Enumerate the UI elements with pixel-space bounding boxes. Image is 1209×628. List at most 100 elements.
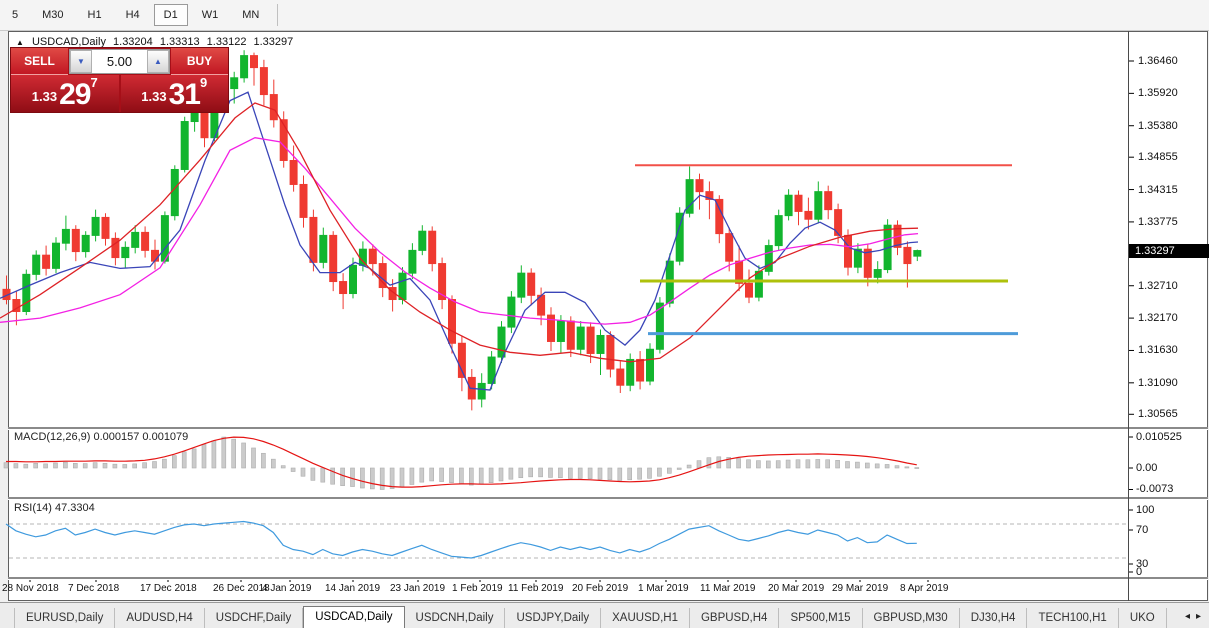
macd-histogram-bar xyxy=(756,461,760,468)
sell-button[interactable]: SELL xyxy=(11,48,68,75)
bid-price-display[interactable]: 1.33 29 7 xyxy=(11,75,119,112)
macd-histogram-bar xyxy=(172,456,176,468)
candle-body-bear xyxy=(330,235,337,281)
chart-tab-usdjpy[interactable]: USDJPY,Daily xyxy=(505,608,601,628)
macd-axis-label: 0.00 xyxy=(1136,462,1157,474)
macd-histogram-bar xyxy=(351,468,355,487)
macd-histogram-bar xyxy=(578,468,582,478)
candle-body-bull xyxy=(241,56,248,78)
date-axis-label: 20 Mar 2019 xyxy=(768,583,824,594)
current-price-badge: 1.33297 xyxy=(1129,244,1209,258)
candle-body-bear xyxy=(201,113,208,138)
candle-body-bear xyxy=(746,283,753,297)
chart-tab-gbpusd[interactable]: GBPUSD,H4 xyxy=(690,608,779,628)
macd-histogram-bar xyxy=(103,463,107,468)
macd-pane-separator[interactable] xyxy=(8,427,1208,430)
macd-histogram-bar xyxy=(469,468,473,485)
collapse-arrow-icon[interactable]: ▲ xyxy=(16,38,24,47)
candle-body-bear xyxy=(429,231,436,263)
chart-tab-audusd[interactable]: AUDUSD,H4 xyxy=(115,608,204,628)
macd-histogram-bar xyxy=(123,464,127,468)
price-axis-label: 1.34315 xyxy=(1138,184,1178,196)
candle-body-bull xyxy=(627,359,634,385)
candle-body-bull xyxy=(92,217,99,235)
macd-histogram-bar xyxy=(628,468,632,480)
candle-body-bear xyxy=(904,247,911,263)
macd-histogram-bar xyxy=(558,468,562,478)
macd-histogram-bar xyxy=(459,468,463,484)
candle-body-bull xyxy=(231,78,238,89)
rsi-pane-separator[interactable] xyxy=(8,497,1208,500)
chart-tab-tech100[interactable]: TECH100,H1 xyxy=(1027,608,1118,628)
macd-histogram-bar xyxy=(291,468,295,472)
chart-tab-usdcad[interactable]: USDCAD,Daily xyxy=(303,606,404,628)
buy-button[interactable]: BUY xyxy=(171,48,228,75)
macd-histogram-bar xyxy=(875,464,879,468)
price-axis-label: 1.36460 xyxy=(1138,55,1178,67)
macd-histogram-bar xyxy=(598,468,602,479)
candle-body-bull xyxy=(914,251,921,257)
macd-histogram-bar xyxy=(4,463,8,468)
candle-body-bull xyxy=(419,231,426,250)
candle-body-bear xyxy=(449,300,456,344)
macd-histogram-bar xyxy=(162,459,166,468)
chart-tab-xauusd[interactable]: XAUUSD,H1 xyxy=(601,608,690,628)
chart-tab-sp500[interactable]: SP500,M15 xyxy=(779,608,862,628)
volume-increase-button[interactable]: ▲ xyxy=(147,50,169,73)
macd-histogram-bar xyxy=(489,468,493,483)
macd-histogram-bar xyxy=(202,444,206,468)
price-axis-label: 1.33775 xyxy=(1138,216,1178,228)
date-axis-label: 14 Jan 2019 xyxy=(325,583,380,594)
candle-body-bear xyxy=(458,343,465,377)
macd-histogram-bar xyxy=(301,468,305,476)
chart-tab-dj30[interactable]: DJ30,H4 xyxy=(960,608,1028,628)
candle-body-bear xyxy=(637,359,644,381)
chart-tab-usdchf[interactable]: USDCHF,Daily xyxy=(205,608,303,628)
ask-price-display[interactable]: 1.33 31 9 xyxy=(121,75,229,112)
bid-price-big: 29 xyxy=(59,80,90,110)
ask-price-prefix: 1.33 xyxy=(141,84,166,110)
chart-tab-eurusd[interactable]: EURUSD,Daily xyxy=(14,608,115,628)
candle-body-bear xyxy=(587,327,594,353)
ohlc-close: 1.33297 xyxy=(254,36,294,48)
macd-histogram-bar xyxy=(34,463,38,468)
volume-decrease-button[interactable]: ▼ xyxy=(70,50,92,73)
candle-body-bull xyxy=(518,273,525,297)
macd-histogram-bar xyxy=(638,468,642,479)
macd-histogram-bar xyxy=(232,439,236,468)
candle-body-bear xyxy=(270,95,277,120)
volume-input[interactable]: 5.00 xyxy=(92,50,147,73)
candle-body-bear xyxy=(795,195,802,211)
chart-tab-uko[interactable]: UKO xyxy=(1119,608,1167,628)
candle-body-bull xyxy=(350,265,357,293)
macd-histogram-bar xyxy=(450,468,454,483)
macd-histogram-bar xyxy=(242,443,246,468)
chart-tab-bar: EURUSD,DailyAUDUSD,H4USDCHF,DailyUSDCAD,… xyxy=(0,602,1209,628)
date-axis-label: 8 Apr 2019 xyxy=(900,583,948,594)
date-axis-label: 29 Mar 2019 xyxy=(832,583,888,594)
macd-histogram-bar xyxy=(796,460,800,468)
one-click-trading-panel: SELL ▼ 5.00 ▲ BUY 1.33 29 7 1.33 31 9 xyxy=(10,47,229,113)
macd-histogram-bar xyxy=(846,462,850,468)
macd-histogram-bar xyxy=(321,468,325,482)
macd-axis-label: -0.0073 xyxy=(1136,483,1173,495)
tab-scroll-left-icon[interactable]: ◂ xyxy=(1185,611,1190,622)
candle-body-bear xyxy=(607,335,614,369)
tab-scroll-right-icon[interactable]: ▸ xyxy=(1196,611,1201,622)
candle-body-bear xyxy=(251,56,258,68)
date-axis-label: 11 Mar 2019 xyxy=(700,583,755,594)
ask-price-pipette: 9 xyxy=(200,76,207,89)
chart-tab-gbpusd[interactable]: GBPUSD,M30 xyxy=(863,608,960,628)
macd-histogram-bar xyxy=(608,468,612,480)
date-axis-label: 11 Feb 2019 xyxy=(508,583,563,594)
candle-body-bear xyxy=(102,217,109,238)
candle-body-bull xyxy=(191,113,198,122)
price-axis-label: 1.31090 xyxy=(1138,377,1178,389)
candle-body-bear xyxy=(696,180,703,192)
chart-tab-usdcnh[interactable]: USDCNH,Daily xyxy=(405,608,506,628)
date-axis-label: 20 Feb 2019 xyxy=(572,583,628,594)
macd-histogram-bar xyxy=(400,468,404,487)
macd-histogram-bar xyxy=(766,461,770,468)
candle-body-bull xyxy=(171,169,178,215)
macd-histogram-bar xyxy=(192,449,196,468)
